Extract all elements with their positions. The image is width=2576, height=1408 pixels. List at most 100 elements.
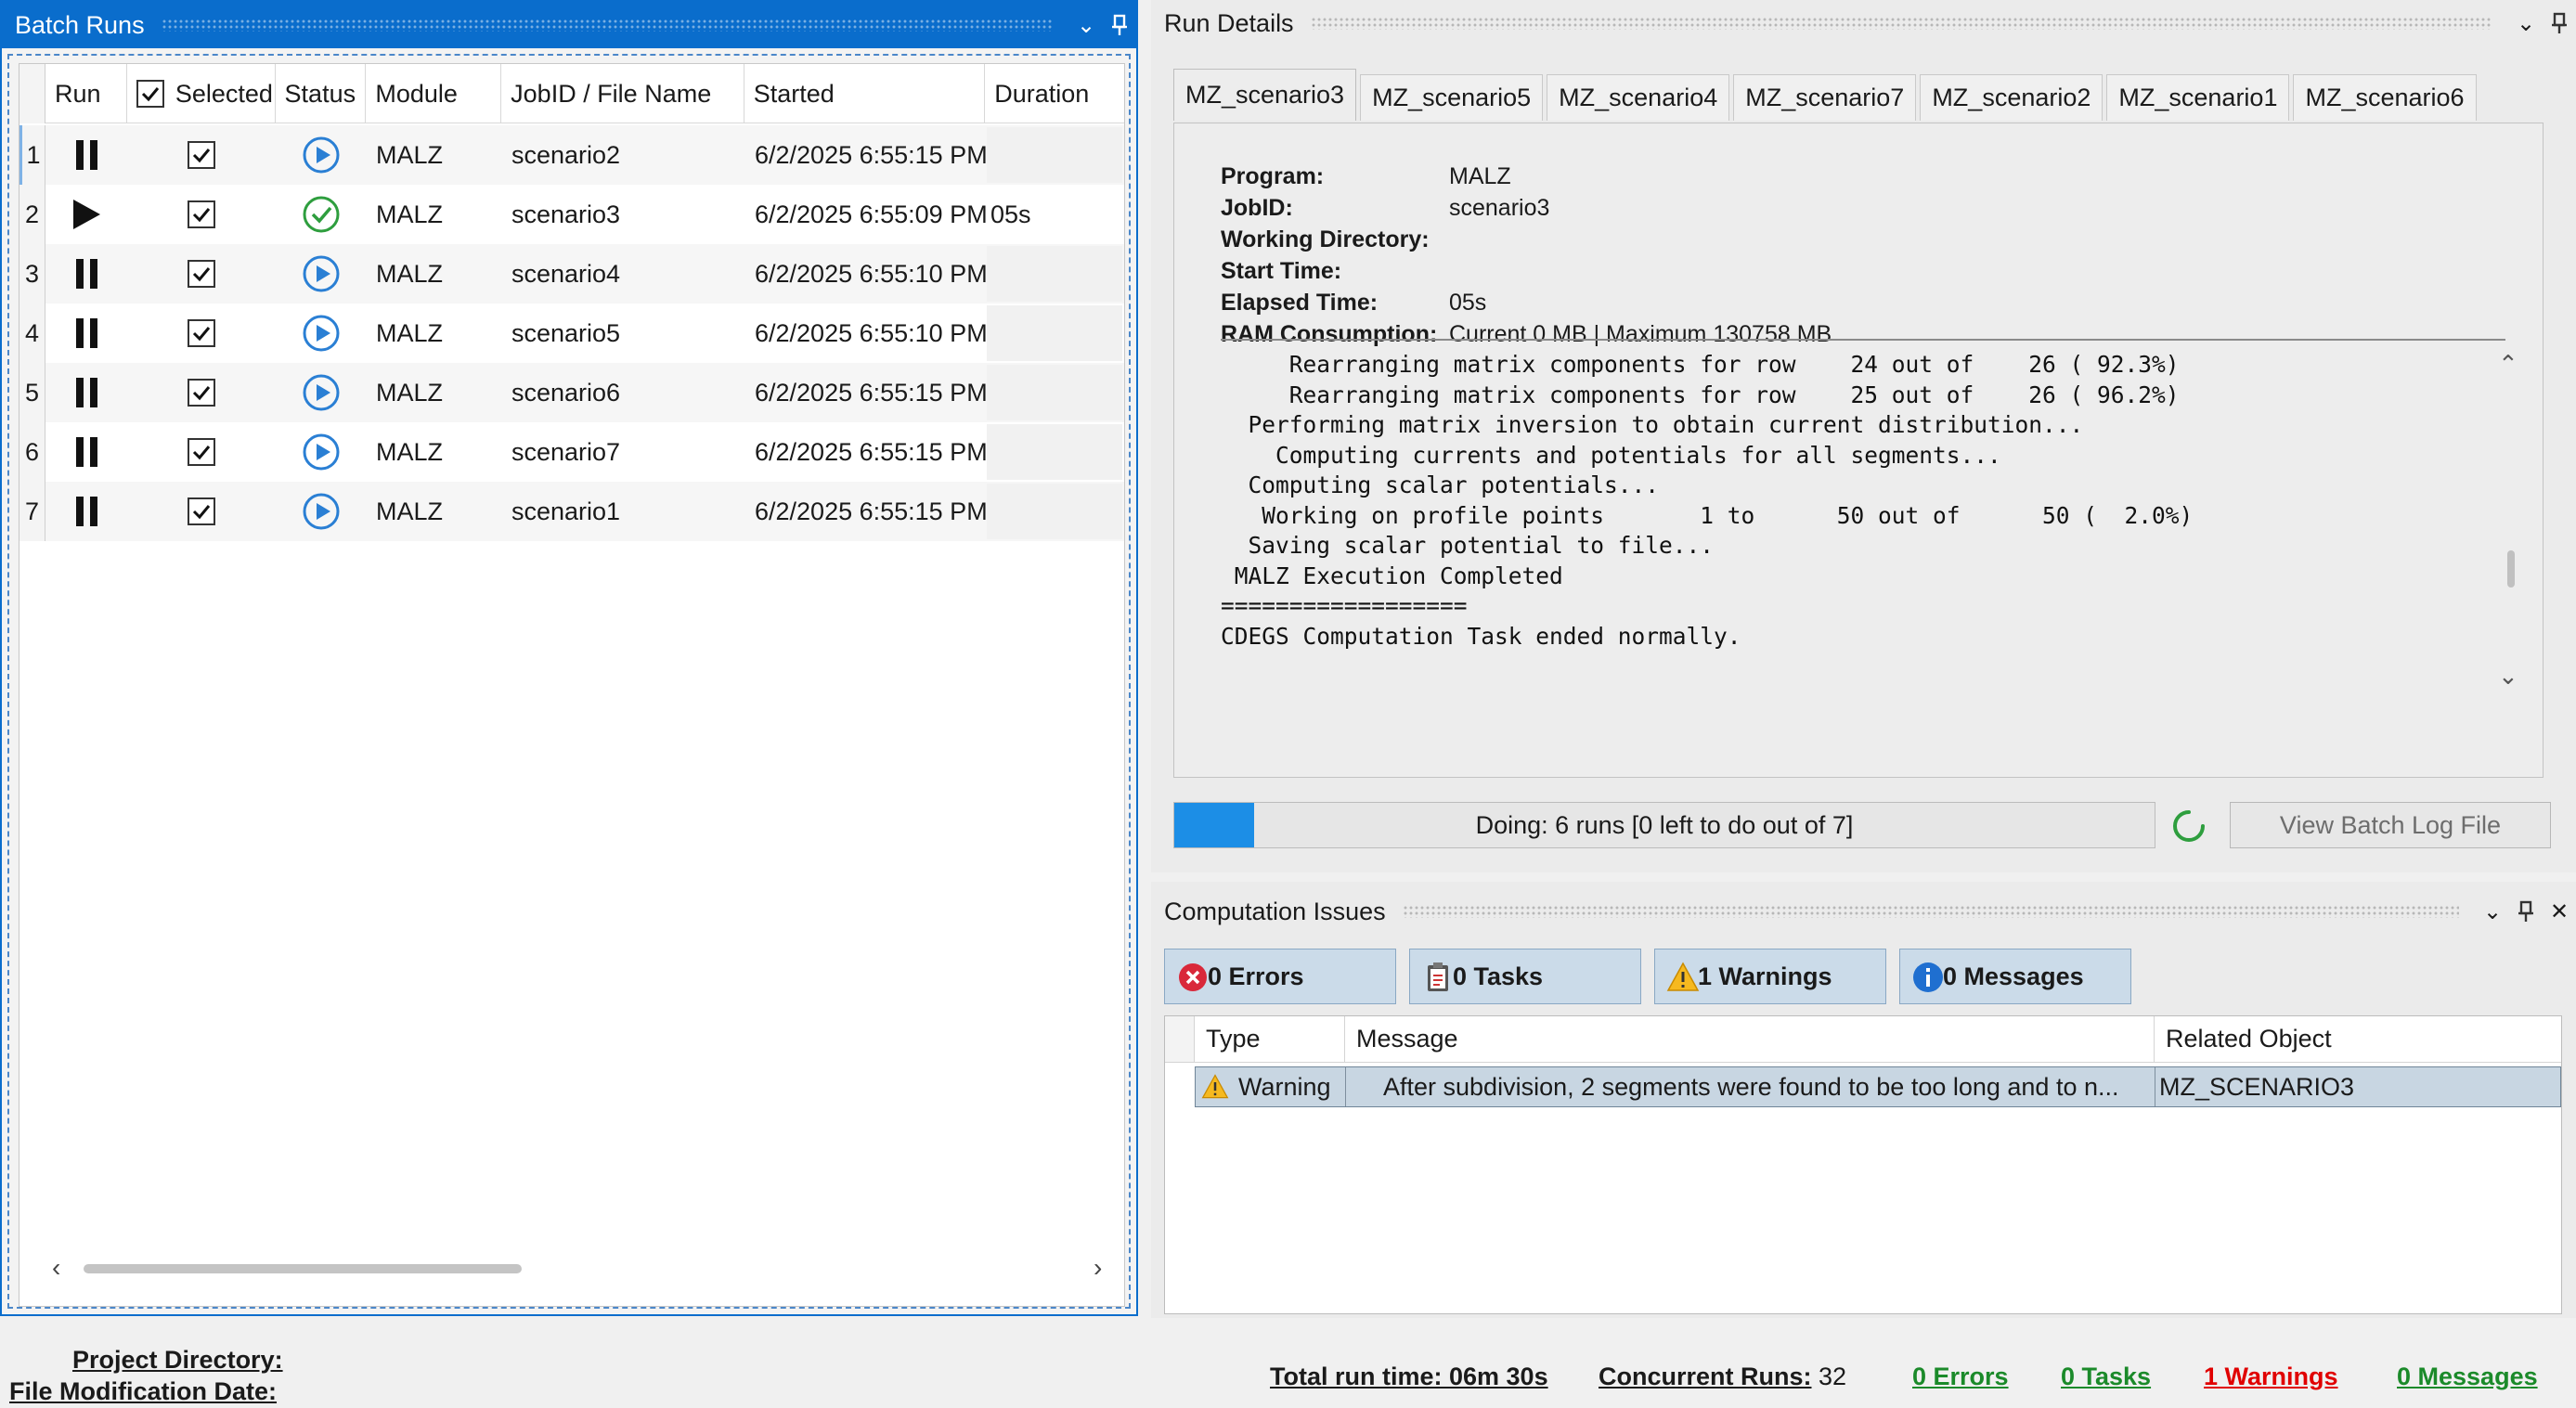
table-row[interactable]: 7 MALZ scenario1 6/2/2025 6:55:15 PM <box>19 482 1124 541</box>
run-toggle[interactable] <box>45 244 127 304</box>
horizontal-scrollbar[interactable]: ‹ › <box>19 1249 1125 1286</box>
row-duration <box>987 305 1122 361</box>
row-module: MALZ <box>376 378 444 407</box>
row-checkbox[interactable] <box>188 200 215 228</box>
row-module: MALZ <box>376 140 444 169</box>
status-tasks-link[interactable]: 0 Tasks <box>2061 1363 2151 1391</box>
row-checkbox[interactable] <box>188 319 215 347</box>
run-toggle[interactable] <box>45 422 127 482</box>
row-selected <box>127 185 276 244</box>
project-directory-label[interactable]: Project Directory: <box>72 1346 283 1375</box>
table-row[interactable]: 3 MALZ scenario4 6/2/2025 6:55:10 PM <box>19 244 1124 304</box>
pause-icon[interactable] <box>75 437 97 467</box>
view-batch-log-button[interactable]: View Batch Log File <box>2230 802 2551 848</box>
jobid-value: scenario3 <box>1449 195 1550 221</box>
row-started: 6/2/2025 6:55:15 PM <box>755 378 988 407</box>
issues-header-message[interactable]: Message <box>1345 1016 2155 1063</box>
error-icon <box>1179 963 1207 991</box>
chevron-down-icon[interactable]: ⌄ <box>2476 893 2509 930</box>
row-checkbox[interactable] <box>188 260 215 288</box>
program-label: Program: <box>1221 163 1325 189</box>
log-scroll-thumb[interactable] <box>2507 550 2515 588</box>
issues-header-related[interactable]: Related Object <box>2155 1016 2561 1063</box>
row-checkbox[interactable] <box>188 497 215 525</box>
close-icon[interactable]: ✕ <box>2543 893 2576 930</box>
status-messages-link[interactable]: 0 Messages <box>2397 1363 2538 1391</box>
scroll-down-icon[interactable]: ⌄ <box>2498 662 2518 691</box>
pause-icon[interactable] <box>75 497 97 526</box>
tab-mz_scenario1[interactable]: MZ_scenario1 <box>2106 74 2290 121</box>
pin-icon[interactable] <box>2509 893 2543 930</box>
scroll-left-icon[interactable]: ‹ <box>52 1253 60 1283</box>
row-selected <box>127 482 276 541</box>
row-checkbox[interactable] <box>188 379 215 407</box>
run-tab-content: Program: MALZ JobID: scenario3 Working Dir… <box>1173 123 2544 778</box>
issues-grid-header: Type Message Related Object <box>1165 1016 2561 1063</box>
pause-icon[interactable] <box>75 318 97 348</box>
header-duration[interactable]: Duration <box>985 64 1124 123</box>
issue-type-cell: Warning <box>1196 1067 1346 1106</box>
row-index: 5 <box>19 363 45 422</box>
file-modification-label[interactable]: File Modification Date: <box>9 1377 277 1406</box>
row-checkbox[interactable] <box>188 141 215 169</box>
issues-header-type[interactable]: Type <box>1195 1016 1345 1063</box>
tab-mz_scenario7[interactable]: MZ_scenario7 <box>1733 74 1917 121</box>
run-toggle[interactable] <box>45 363 127 422</box>
header-selected[interactable]: Selected <box>127 64 276 123</box>
table-row[interactable]: 6 MALZ scenario7 6/2/2025 6:55:15 PM <box>19 422 1124 482</box>
issue-type: Warning <box>1238 1072 1331 1101</box>
header-status[interactable]: Status <box>276 64 367 123</box>
run-toggle[interactable] <box>45 304 127 363</box>
header-jobid[interactable]: JobID / File Name <box>501 64 744 123</box>
running-status-icon <box>303 315 340 352</box>
select-all-checkbox[interactable] <box>136 80 164 108</box>
row-module: MALZ <box>376 497 444 525</box>
row-status <box>276 244 367 304</box>
scroll-up-icon[interactable]: ⌃ <box>2498 350 2518 379</box>
pause-icon[interactable] <box>75 140 97 170</box>
pause-icon[interactable] <box>75 259 97 289</box>
tab-mz_scenario4[interactable]: MZ_scenario4 <box>1547 74 1730 121</box>
info-icon <box>1913 962 1943 992</box>
header-module[interactable]: Module <box>366 64 502 123</box>
run-toggle[interactable] <box>45 185 127 244</box>
header-run[interactable]: Run <box>45 64 127 123</box>
run-toggle[interactable] <box>45 482 127 541</box>
run-toggle[interactable] <box>45 125 127 185</box>
table-row[interactable]: 1 MALZ scenario2 6/2/2025 6:55:15 PM <box>19 125 1124 185</box>
scroll-right-icon[interactable]: › <box>1094 1253 1102 1283</box>
table-row[interactable]: 2 MALZ scenario3 6/2/2025 6:55:09 PM 05s <box>19 185 1124 244</box>
ram-value: Current 0 MB | Maximum 130758 MB <box>1449 321 1832 347</box>
run-details-title: Run Details <box>1164 8 1294 37</box>
row-jobid: scenario3 <box>511 200 621 228</box>
tab-mz_scenario5[interactable]: MZ_scenario5 <box>1360 74 1544 121</box>
run-log-output[interactable]: Rearranging matrix components for row 24… <box>1221 350 2483 703</box>
row-index: 4 <box>19 304 45 363</box>
status-warnings-link[interactable]: 1 Warnings <box>2204 1363 2338 1391</box>
chevron-down-icon[interactable]: ⌄ <box>1069 6 1103 44</box>
pin-icon[interactable] <box>1103 6 1136 44</box>
pause-icon[interactable] <box>75 378 97 407</box>
chevron-down-icon[interactable]: ⌄ <box>2509 5 2543 42</box>
errors-filter-button[interactable]: 0 Errors <box>1164 949 1396 1004</box>
warnings-filter-button[interactable]: 1 Warnings <box>1654 949 1886 1004</box>
running-status-icon <box>303 374 340 411</box>
tab-mz_scenario3[interactable]: MZ_scenario3 <box>1173 69 1357 121</box>
row-checkbox[interactable] <box>188 438 215 466</box>
log-vertical-scrollbar[interactable]: ⌃ ⌄ <box>2494 350 2526 703</box>
scroll-thumb[interactable] <box>84 1264 522 1273</box>
table-row[interactable]: 5 MALZ scenario6 6/2/2025 6:55:15 PM <box>19 363 1124 422</box>
play-icon[interactable] <box>71 198 102 231</box>
tab-mz_scenario6[interactable]: MZ_scenario6 <box>2293 74 2477 121</box>
messages-filter-button[interactable]: 0 Messages <box>1899 949 2131 1004</box>
status-errors-link[interactable]: 0 Errors <box>1912 1363 2009 1391</box>
row-selected <box>127 125 276 185</box>
header-started[interactable]: Started <box>744 64 986 123</box>
issue-row[interactable]: Warning After subdivision, 2 segments we… <box>1195 1066 2561 1107</box>
row-duration: 05s <box>990 200 1031 228</box>
tasks-filter-button[interactable]: 0 Tasks <box>1409 949 1641 1004</box>
row-jobid: scenario6 <box>511 378 621 407</box>
pin-icon[interactable] <box>2543 5 2576 42</box>
table-row[interactable]: 4 MALZ scenario5 6/2/2025 6:55:10 PM <box>19 304 1124 363</box>
tab-mz_scenario2[interactable]: MZ_scenario2 <box>1920 74 2104 121</box>
